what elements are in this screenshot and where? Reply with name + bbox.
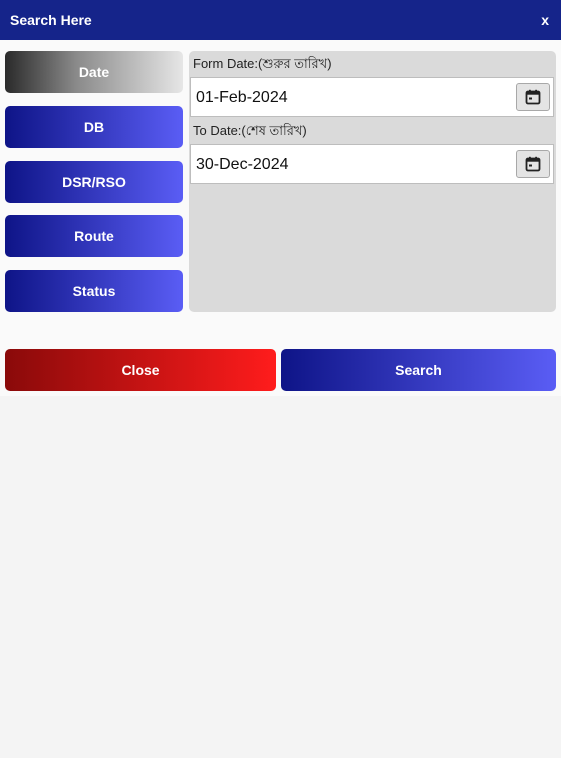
tab-db[interactable]: DB	[5, 106, 183, 148]
tab-date[interactable]: Date	[5, 51, 183, 93]
dialog-header: Search Here x	[0, 0, 561, 40]
from-date-value: 01-Feb-2024	[196, 89, 288, 106]
tab-label: Status	[72, 283, 116, 299]
search-button[interactable]: Search	[281, 349, 556, 391]
from-date-calendar-button[interactable]	[516, 83, 550, 111]
to-date-field[interactable]: 30-Dec-2024	[190, 144, 554, 184]
dialog-title: Search Here	[10, 12, 92, 28]
from-date-label: Form Date:(শুরুর তারিখ)	[193, 56, 332, 71]
search-button-label: Search	[395, 362, 442, 378]
tab-status[interactable]: Status	[5, 270, 183, 312]
tab-dsr-rso[interactable]: DSR/RSO	[5, 161, 183, 203]
to-date-label: To Date:(শেষ তারিখ)	[193, 123, 307, 138]
calendar-icon	[525, 89, 541, 105]
to-date-value: 30-Dec-2024	[196, 156, 289, 173]
close-button-label: Close	[121, 362, 160, 378]
from-date-field[interactable]: 01-Feb-2024	[190, 77, 554, 117]
tab-label: Date	[78, 64, 110, 80]
calendar-icon	[525, 156, 541, 172]
tab-label: DB	[83, 119, 105, 135]
tab-label: DSR/RSO	[62, 174, 126, 190]
tab-label: Route	[74, 228, 114, 244]
close-icon[interactable]: x	[541, 12, 549, 28]
tab-route[interactable]: Route	[5, 215, 183, 257]
close-button[interactable]: Close	[5, 349, 276, 391]
date-filter-panel: Form Date:(শুরুর তারিখ) 01-Feb-2024 To D…	[189, 51, 556, 312]
to-date-calendar-button[interactable]	[516, 150, 550, 178]
